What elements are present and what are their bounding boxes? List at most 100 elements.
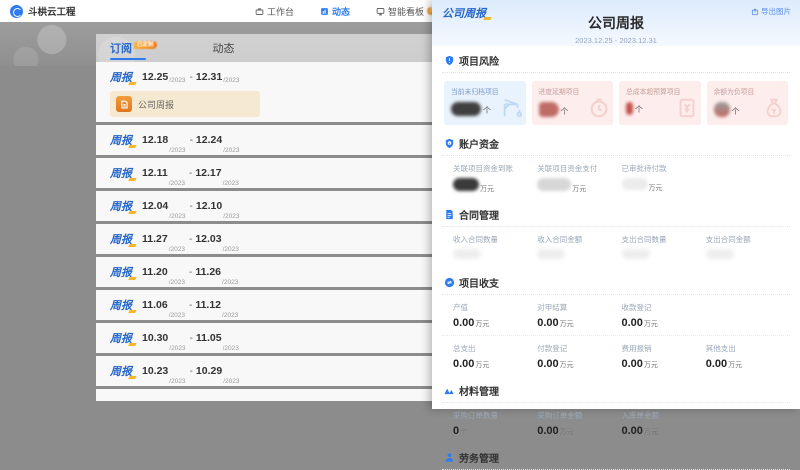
stat-funds-received: 关联项目资金到账 万元: [453, 163, 537, 194]
stat-value: 0.00万元: [537, 425, 621, 437]
stat-unit: 万元: [560, 362, 574, 369]
weekly-report-badge: 周报: [110, 330, 132, 346]
risk-card-negative-balance: 余额为负项目 个: [707, 81, 789, 125]
stat-label: 关联项目资金到账: [453, 163, 537, 174]
report-list-item[interactable]: 周报 11.20 /2023 - 11.26 /2023: [96, 257, 432, 287]
stat-total-expense: 总支出 0.00万元: [453, 343, 537, 370]
report-list-item[interactable]: 周报 12.04 /2023 - 12.10 /2023: [96, 191, 432, 221]
report-list-item[interactable]: 周报 10.30 /2023 - 11.05 /2023: [96, 323, 432, 353]
redacted-value: [706, 249, 734, 259]
date-start: 11.06: [142, 299, 168, 311]
stat-number: 0.00: [622, 317, 643, 329]
risk-card-label: 余额为负项目: [714, 86, 789, 96]
stat-unit: 万元: [480, 186, 494, 193]
stat-number: 0.00: [453, 317, 474, 329]
nav-item-dynamics[interactable]: 动态: [320, 5, 350, 18]
tab-subscribe[interactable]: 订阅 已定制: [110, 40, 157, 56]
date-start-year: /2023: [169, 180, 185, 188]
risk-card-label: 总成本超预算项目: [626, 86, 701, 96]
date-end: 12.10: [196, 200, 222, 212]
stat-number: 0.00: [537, 317, 558, 329]
panel-header: 公司周报 导出图片 公司周报 2023.12.25 - 2023.12.31: [432, 0, 800, 46]
stat-unit: 万元: [560, 321, 574, 328]
report-list-item-clipped[interactable]: [96, 389, 432, 401]
redacted-value: [622, 178, 648, 190]
date-separator: -: [189, 300, 192, 311]
stat-value: [622, 249, 706, 262]
panel-logo: 公司周报: [442, 5, 486, 21]
stat-value: 万元: [622, 178, 706, 193]
stat-value: 万元: [453, 178, 537, 194]
export-icon: [751, 8, 759, 16]
date-start-year: /2023: [169, 345, 185, 353]
date-end: 12.24: [196, 134, 222, 146]
date-separator: -: [190, 333, 193, 344]
report-list-item-expanded[interactable]: 周报 12.25 /2023 - 12.31 /2023 公司周报: [96, 62, 432, 122]
report-list-item[interactable]: 周报 10.23 /2023 - 10.29 /2023: [96, 356, 432, 386]
risk-card-label: 当前未归档项目: [451, 86, 526, 96]
weekly-report-badge: 周报: [110, 165, 132, 181]
stat-income-contract-amount: 收入合同金额: [537, 234, 621, 262]
tab-label: 订阅: [110, 40, 132, 56]
money-bag-icon: [763, 97, 785, 124]
redacted-value: [537, 249, 565, 259]
section-labor-header: 劳务管理: [442, 443, 790, 470]
date-start: 11.27: [142, 233, 168, 245]
materials-stats: 采购订单数量 0个 采购订单金额 0.00万元 入库单金额 0.00万元: [442, 403, 790, 443]
redacted-value: [453, 249, 481, 259]
tab-dynamics[interactable]: 动态: [213, 40, 235, 56]
stat-expense-reimbursement: 费用报销 0.00万元: [622, 343, 706, 370]
main-nav: 工作台 动态 智能看板 限免: [255, 0, 445, 22]
date-start: 12.18: [142, 134, 168, 146]
date-start: 10.23: [142, 365, 168, 377]
sync-icon: [444, 277, 455, 288]
stat-value: 0.00万元: [453, 317, 537, 329]
briefcase-icon: [255, 7, 264, 16]
date-start: 12.25: [142, 71, 168, 83]
export-label: 导出图片: [761, 6, 791, 17]
date-end: 11.05: [196, 332, 222, 344]
stat-warehouse-receipt-amount: 入库单金额 0.00万元: [622, 410, 706, 437]
date-end: 12.03: [195, 233, 221, 245]
stat-party-a-settlement: 对甲结算 0.00万元: [537, 302, 621, 329]
report-list-item[interactable]: 周报 12.11 /2023 - 12.17 /2023: [96, 158, 432, 188]
funds-stats: 关联项目资金到账 万元 关联项目资金支付 万元 已审批待付款 万元: [442, 156, 790, 200]
risk-card-label: 进度延期项目: [539, 86, 614, 96]
panel-date-range: 2023.12.25 - 2023.12.31: [432, 36, 800, 45]
section-materials-header: 材料管理: [442, 376, 790, 403]
redacted-value: [714, 102, 730, 117]
section-title: 账户资金: [459, 136, 499, 151]
person-icon: [444, 452, 455, 463]
redacted-value: [626, 102, 633, 115]
risk-card-unit: 个: [483, 105, 491, 116]
date-end: 10.29: [196, 365, 222, 377]
date-separator: -: [189, 234, 192, 245]
date-end: 12.31: [196, 71, 222, 83]
date-start-year: /2023: [169, 378, 185, 386]
stat-number: 0.00: [537, 425, 558, 437]
report-list-item[interactable]: 周报 12.18 /2023 - 12.24 /2023: [96, 125, 432, 155]
weekly-report-badge: 周报: [110, 264, 132, 280]
stat-label: 支出合同金额: [706, 234, 790, 245]
stat-funds-paid: 关联项目资金支付 万元: [537, 163, 621, 194]
nav-label: 工作台: [267, 5, 294, 18]
stat-purchase-order-amount: 采购订单金额 0.00万元: [537, 410, 621, 437]
shield-coin-icon: [444, 138, 455, 149]
redacted-value: [451, 102, 481, 116]
stat-receipt-registration: 收款登记 0.00万元: [622, 302, 706, 329]
company-weekly-report-item[interactable]: 公司周报: [110, 91, 260, 117]
date-end: 12.17: [195, 167, 221, 179]
stat-label: 采购订单数量: [453, 410, 537, 421]
crane-icon: [501, 97, 523, 124]
stat-expense-contract-amount: 支出合同金额: [706, 234, 790, 262]
date-start-year: /2023: [169, 246, 185, 254]
date-end: 11.12: [195, 299, 221, 311]
export-image-button[interactable]: 导出图片: [751, 6, 791, 17]
report-list-item[interactable]: 周报 11.06 /2023 - 11.12 /2023: [96, 290, 432, 320]
stat-output-value: 产值 0.00万元: [453, 302, 537, 329]
report-list-item[interactable]: 周报 11.27 /2023 - 12.03 /2023: [96, 224, 432, 254]
stat-unit: 万元: [475, 362, 489, 369]
nav-item-workbench[interactable]: 工作台: [255, 5, 294, 18]
section-title: 项目收支: [459, 275, 499, 290]
tab-label: 动态: [213, 40, 235, 56]
